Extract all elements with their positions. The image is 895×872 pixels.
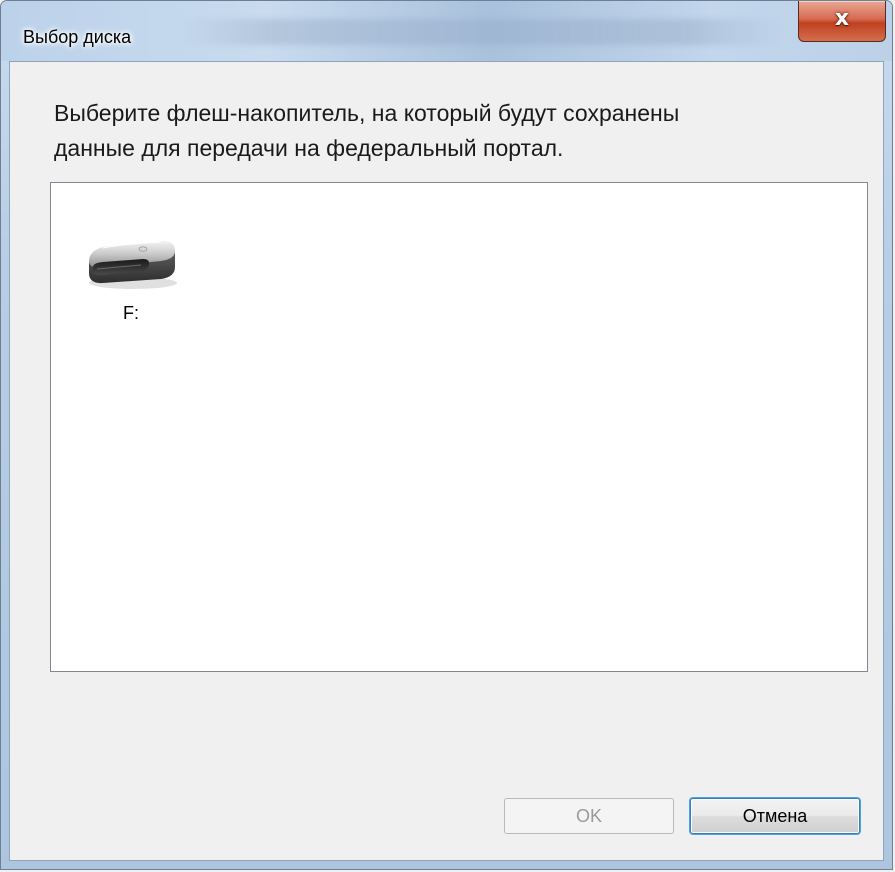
- close-icon: x: [834, 6, 850, 31]
- dialog-window: Выбор диска x Выберите флеш-накопитель, …: [0, 0, 893, 870]
- drive-list[interactable]: F:: [50, 182, 868, 672]
- close-button[interactable]: x: [798, 1, 886, 42]
- cancel-button[interactable]: Отмена: [690, 798, 860, 834]
- window-title: Выбор диска: [23, 27, 132, 47]
- ok-button[interactable]: OK: [504, 798, 674, 834]
- instruction-line-2: данные для передачи на федеральный порта…: [54, 135, 564, 161]
- drive-item-f[interactable]: F:: [79, 233, 183, 323]
- instruction-line-1: Выберите флеш-накопитель, на который буд…: [54, 100, 680, 126]
- drive-label: F:: [123, 303, 139, 323]
- dialog-client-area: Выберите флеш-накопитель, на который буд…: [9, 61, 884, 861]
- usb-flash-drive-icon: [89, 240, 177, 289]
- instruction-text: Выберите флеш-накопитель, на который буд…: [54, 96, 854, 166]
- title-bar[interactable]: Выбор диска x: [1, 1, 892, 61]
